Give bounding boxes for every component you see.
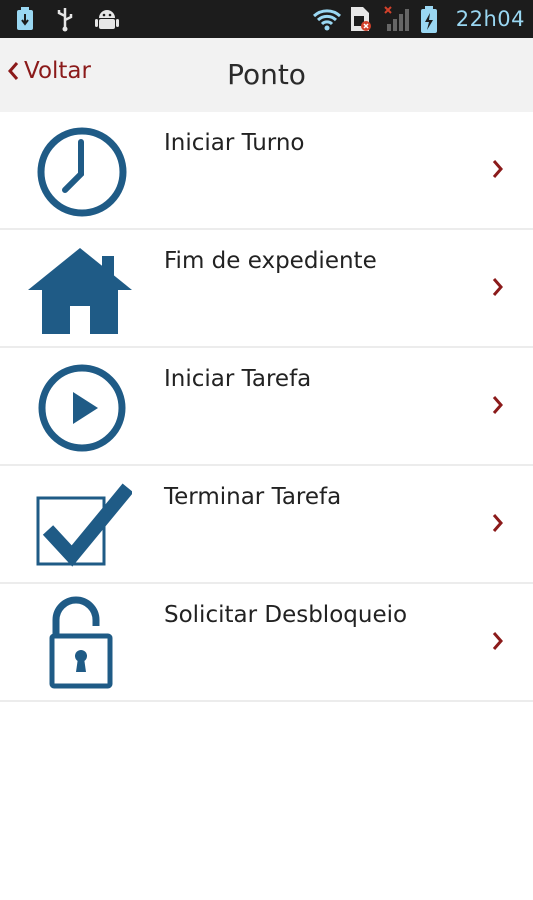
list-item-solicitar-desbloqueio[interactable]: Solicitar Desbloqueio: [0, 584, 533, 702]
chevron-right-icon: [492, 632, 503, 650]
status-bar: 22h04: [0, 0, 533, 38]
android-debug-icon: [94, 6, 120, 32]
clock-icon: [28, 120, 132, 220]
wifi-icon: [312, 6, 341, 32]
sim-error-icon: [348, 6, 374, 32]
list-item-label: Iniciar Tarefa: [164, 366, 312, 392]
list-item-label: Fim de expediente: [164, 248, 377, 274]
list-item-label: Iniciar Turno: [164, 130, 305, 156]
unlock-icon: [28, 592, 132, 692]
navigation-header: Voltar Ponto: [0, 38, 533, 113]
menu-list: Iniciar Turno Fim de expediente Iniciar …: [0, 112, 533, 702]
status-clock: 22h04: [455, 7, 525, 31]
list-item-label: Solicitar Desbloqueio: [164, 602, 408, 628]
chevron-right-icon: [492, 160, 503, 178]
list-item-terminar-tarefa[interactable]: Terminar Tarefa: [0, 466, 533, 584]
battery-charging-icon: [420, 6, 446, 33]
chevron-right-icon: [492, 514, 503, 532]
page-title: Ponto: [227, 58, 306, 91]
usb-storage-icon: [14, 6, 40, 32]
chevron-right-icon: [492, 396, 503, 414]
checkbox-check-icon: [28, 474, 134, 574]
chevron-right-icon: [492, 278, 503, 296]
signal-no-service-icon: [384, 6, 410, 32]
play-icon: [28, 356, 132, 456]
usb-icon: [54, 6, 80, 32]
list-item-iniciar-turno[interactable]: Iniciar Turno: [0, 112, 533, 230]
list-item-iniciar-tarefa[interactable]: Iniciar Tarefa: [0, 348, 533, 466]
home-icon: [28, 238, 132, 338]
list-item-fim-de-expediente[interactable]: Fim de expediente: [0, 230, 533, 348]
list-item-label: Terminar Tarefa: [164, 484, 342, 510]
